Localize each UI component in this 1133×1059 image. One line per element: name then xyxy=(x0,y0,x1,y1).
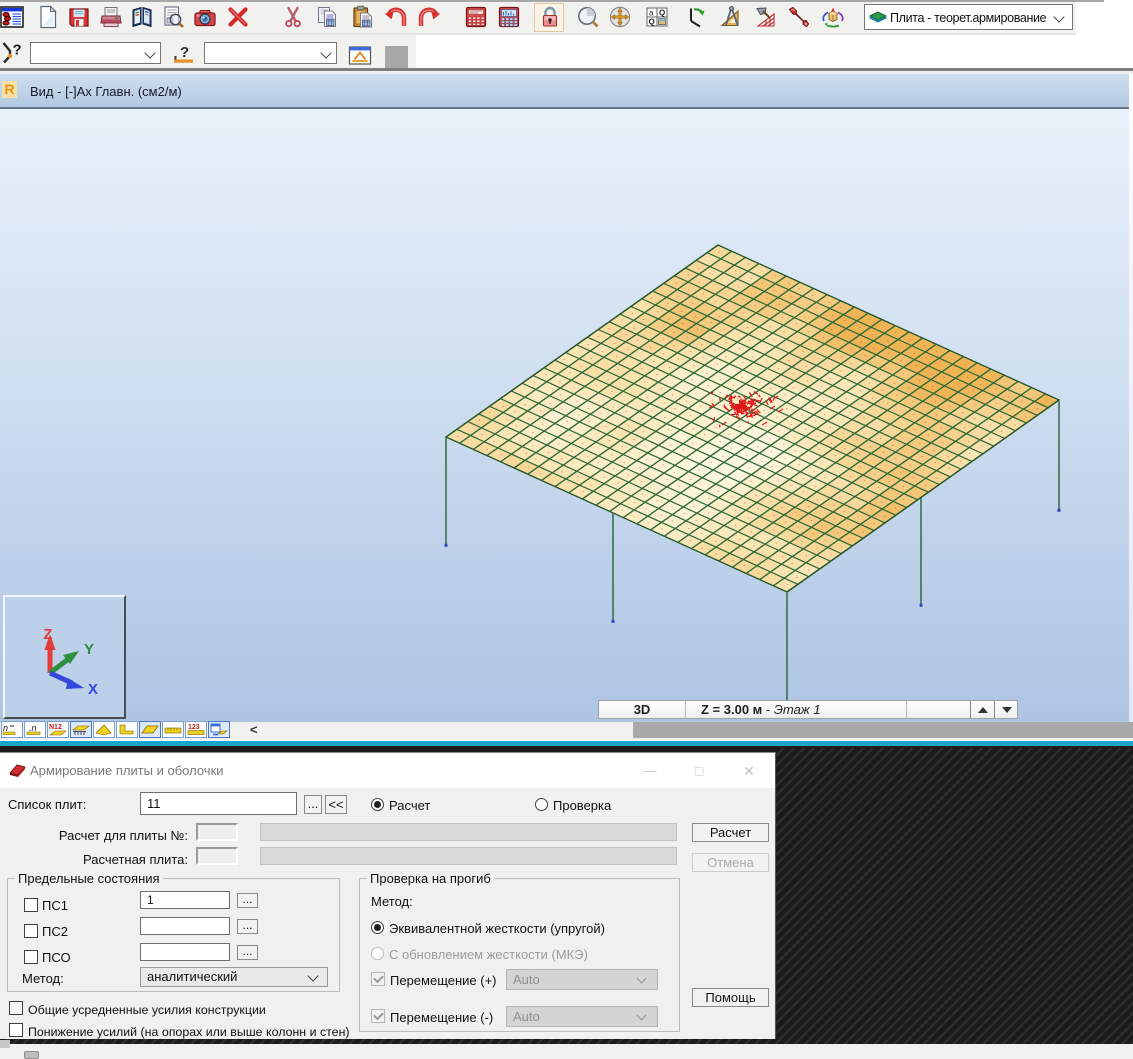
svg-text:X: X xyxy=(88,681,98,698)
svg-text:n: n xyxy=(3,723,8,733)
svg-text:Y: Y xyxy=(84,641,94,658)
svg-text:123: 123 xyxy=(188,724,200,731)
svg-text:N12: N12 xyxy=(49,724,62,731)
svg-text:.n: .n xyxy=(29,723,37,733)
svg-text:Z: Z xyxy=(43,626,52,643)
